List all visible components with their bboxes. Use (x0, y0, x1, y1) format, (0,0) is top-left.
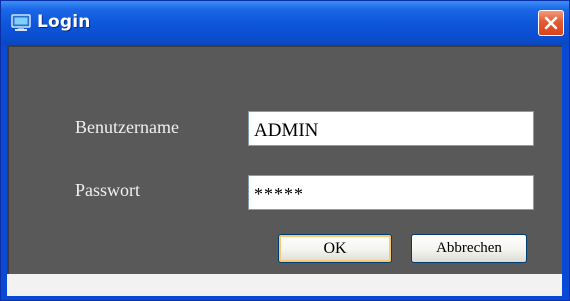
username-field[interactable] (248, 111, 534, 146)
password-field[interactable] (248, 175, 534, 210)
close-icon (544, 16, 558, 30)
ok-button[interactable]: OK (278, 234, 392, 263)
monitor-icon (11, 14, 31, 32)
window-title: Login (37, 12, 91, 32)
cancel-button[interactable]: Abbrechen (411, 234, 527, 263)
title-bar[interactable]: Login (1, 1, 569, 45)
password-label: Passwort (75, 180, 141, 200)
close-button[interactable] (538, 10, 564, 36)
dialog-body: Benutzername Passwort OK Abbrechen (7, 45, 562, 274)
login-window: Login Benutzername Passwort OK Abbrechen (0, 0, 570, 301)
window-bottom-edge (7, 274, 562, 296)
username-label: Benutzername (75, 117, 179, 137)
